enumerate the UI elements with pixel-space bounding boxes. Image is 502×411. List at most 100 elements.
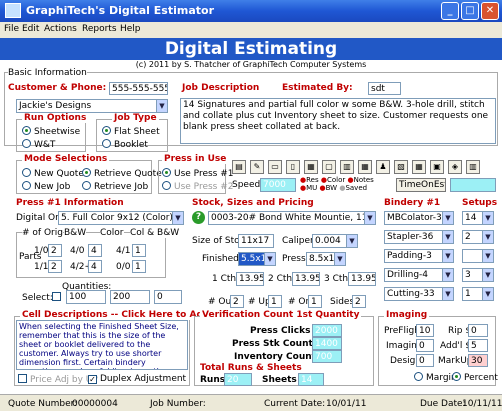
- caliper-label: Caliper: [282, 236, 314, 246]
- imaging-cost-field[interactable]: 0: [416, 339, 434, 352]
- time-field[interactable]: [450, 178, 496, 192]
- ups-field[interactable]: 4: [88, 244, 102, 257]
- cth-field[interactable]: 13.95: [348, 272, 376, 286]
- bindery-select[interactable]: Cutting-33 ▼: [384, 287, 454, 301]
- binoculars-icon[interactable]: ♟: [376, 160, 390, 174]
- price-adj-checkbox[interactable]: Price Adj by UP: [18, 374, 98, 385]
- folder-icon[interactable]: ▣: [430, 160, 444, 174]
- help-book-icon[interactable]: ◈: [448, 160, 462, 174]
- close-button[interactable]: ✕: [481, 2, 499, 20]
- stock-sizes-label: Stock, Sizes and Pricing: [192, 198, 314, 208]
- time-on-est-button[interactable]: TimeOnEst: [396, 178, 446, 192]
- bindery-select[interactable]: Padding-3 ▼: [384, 249, 454, 263]
- quantity-3-field[interactable]: 0: [154, 290, 182, 304]
- quantity-1-field[interactable]: 100: [66, 290, 106, 304]
- setups-select[interactable]: 1 ▼: [462, 287, 494, 301]
- ups-field[interactable]: 2: [48, 260, 62, 273]
- cth-field[interactable]: 13.95: [236, 272, 264, 286]
- grid-icon[interactable]: ▦: [358, 160, 372, 174]
- rip-field[interactable]: 0: [468, 324, 488, 337]
- printer-icon[interactable]: ▤: [232, 160, 246, 174]
- radio-margin[interactable]: Margin: [414, 372, 457, 383]
- radio-sheetwise[interactable]: Sheetwise: [22, 126, 80, 137]
- setups-select[interactable]: 14 ▼: [462, 211, 494, 225]
- minimize-button[interactable]: _: [441, 2, 459, 20]
- ups-field[interactable]: 4: [88, 260, 102, 273]
- inventory-count-label: Inventory Count: [234, 352, 316, 362]
- duplex-checkbox[interactable]: ✓ Duplex Adjustment: [88, 374, 186, 384]
- table-icon[interactable]: ▦: [412, 160, 426, 174]
- stock-select[interactable]: 0003-20# Bond White Mountie, 11 ▼: [208, 211, 376, 225]
- out-field[interactable]: 2: [230, 295, 244, 308]
- radio-label: Use Press #1: [174, 169, 234, 179]
- cth-field[interactable]: 13.95: [292, 272, 320, 286]
- up-field[interactable]: 1: [268, 295, 282, 308]
- design-field[interactable]: 0: [416, 354, 434, 367]
- select-checkbox[interactable]: [52, 292, 64, 303]
- sides-field[interactable]: 2: [352, 295, 366, 308]
- radio-retrieve-quote[interactable]: Retrieve Quote: [82, 168, 162, 179]
- bindery-select[interactable]: MBColator-35 ▼: [384, 211, 454, 225]
- ups-field[interactable]: 1: [132, 260, 146, 273]
- bindery-value: Cutting-33: [387, 289, 435, 299]
- bindery-select[interactable]: Drilling-4 ▼: [384, 268, 454, 282]
- speed-field[interactable]: 7000: [260, 178, 296, 192]
- customer-select[interactable]: Jackie's Designs ▼: [16, 99, 168, 113]
- pencil-icon[interactable]: ▯: [286, 160, 300, 174]
- radio-dot-icon: [102, 139, 111, 148]
- press-stk-field: 1400: [312, 337, 342, 350]
- maximize-button[interactable]: □: [461, 2, 479, 20]
- paint-icon[interactable]: ✎: [250, 160, 264, 174]
- radio-new-job[interactable]: New Job: [22, 181, 70, 192]
- chevron-down-icon: ▼: [156, 100, 167, 112]
- markup-field[interactable]: 30: [468, 354, 488, 367]
- menu-reports[interactable]: Reports: [82, 24, 117, 34]
- bindery-select[interactable]: Stapler-36 ▼: [384, 230, 454, 244]
- bindery-value: MBColator-35: [387, 213, 448, 223]
- setups-select[interactable]: 2 ▼: [462, 230, 494, 244]
- truck-icon[interactable]: ▭: [268, 160, 282, 174]
- radio-new-quote[interactable]: New Quote: [22, 168, 84, 179]
- radio-use-press-1[interactable]: Use Press #1: [162, 168, 234, 179]
- press-size-select[interactable]: 8.5x11 ▼: [306, 252, 346, 266]
- press-value: 5. Full Color 9x12 (Color): [61, 213, 173, 223]
- setups-select[interactable]: 3 ▼: [462, 268, 494, 282]
- radio-label: Percent: [464, 373, 498, 383]
- menu-actions[interactable]: Actions: [44, 24, 77, 34]
- phone-field[interactable]: 555-555-5555: [109, 82, 168, 95]
- ups-field[interactable]: 1: [132, 244, 146, 257]
- radio-dot-icon: [82, 181, 91, 190]
- radio-use-press-2[interactable]: Use Press #2: [162, 181, 234, 192]
- press-clicks-label: Press Clicks: [250, 326, 311, 336]
- radio-flat-sheet[interactable]: Flat Sheet: [102, 126, 160, 137]
- preflight-field[interactable]: 10: [416, 324, 434, 337]
- document-icon[interactable]: ▢: [322, 160, 336, 174]
- menu-file[interactable]: File: [4, 24, 19, 34]
- on-field[interactable]: 1: [308, 295, 322, 308]
- finished-select[interactable]: 5.5x11 ▼: [238, 252, 276, 266]
- quantity-2-field[interactable]: 200: [110, 290, 150, 304]
- calculator-icon[interactable]: ▦: [304, 160, 318, 174]
- setups-select[interactable]: ▼: [462, 249, 494, 263]
- job-description-textarea[interactable]: 14 Signatures and partial full color w s…: [180, 98, 496, 144]
- menu-help[interactable]: Help: [120, 24, 141, 34]
- radio-percent[interactable]: Percent: [452, 372, 498, 383]
- cell-description-text: When selecting the Finished Sheet Size, …: [16, 320, 188, 370]
- chart-icon[interactable]: ▧: [394, 160, 408, 174]
- estimated-by-field[interactable]: sdt: [368, 82, 401, 95]
- radio-booklet[interactable]: Booklet: [102, 139, 148, 150]
- chevron-down-icon: ▼: [442, 269, 453, 281]
- help-icon[interactable]: ?: [192, 211, 205, 224]
- size-of-stock-field[interactable]: 11x17: [238, 234, 274, 248]
- radio-wt[interactable]: W&T: [22, 139, 55, 150]
- caliper-select[interactable]: 0.004 ▼: [312, 234, 358, 248]
- radio-retrieve-job[interactable]: Retrieve Job: [82, 181, 148, 192]
- addl-field[interactable]: 5: [468, 339, 488, 352]
- ups-field[interactable]: 2: [48, 244, 62, 257]
- bindery-value: Padding-3: [387, 251, 432, 261]
- press-select[interactable]: 5. Full Color 9x12 (Color) ▼: [58, 211, 184, 225]
- report-icon[interactable]: ▥: [340, 160, 354, 174]
- ups-row-label: 1/1: [34, 262, 49, 272]
- books-icon[interactable]: ▥: [466, 160, 480, 174]
- menu-edit[interactable]: Edit: [22, 24, 39, 34]
